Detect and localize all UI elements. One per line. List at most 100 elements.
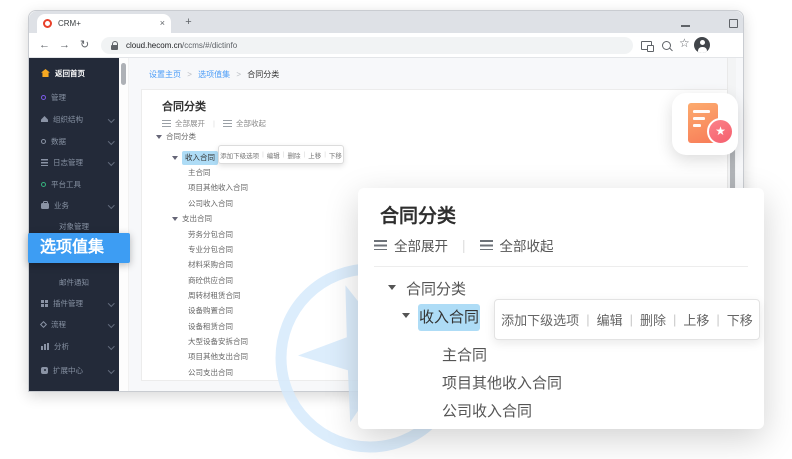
sidebar-item-mail-notification[interactable]: 邮件通知 xyxy=(29,276,119,288)
tab-close-icon[interactable]: × xyxy=(160,19,165,28)
sidebar-item-workflow[interactable]: 流程 xyxy=(29,318,119,330)
tree-node[interactable]: 设备租赁合同 xyxy=(142,321,233,333)
chevron-down-icon xyxy=(108,116,114,122)
selected-node-label[interactable]: 收入合同 xyxy=(182,151,218,165)
tree-toolbar: 全部展开 | 全部收起 xyxy=(162,118,266,129)
breadcrumb-home-link[interactable]: 设置主页 xyxy=(149,70,181,79)
caret-down-icon[interactable] xyxy=(172,156,178,160)
window-maximize-button[interactable] xyxy=(729,19,738,28)
tree-node[interactable]: 公司支出合同 xyxy=(142,367,233,379)
sidebar-item-admin[interactable]: 管理 xyxy=(29,91,119,103)
menu-separator: | xyxy=(673,312,676,327)
menu-move-up[interactable]: 上移 xyxy=(308,150,321,160)
menu-move-down[interactable]: 下移 xyxy=(329,150,342,160)
url-bar[interactable]: cloud.hecom.cn /ccms/#/dictinfo xyxy=(101,37,633,54)
sidebar-item-extension-center[interactable]: 扩展中心 xyxy=(29,364,119,376)
tree-node[interactable]: 项目其他收入合同 xyxy=(442,372,562,393)
sidebar-item-platform-tools[interactable]: 平台工具 xyxy=(29,178,119,190)
tree-node[interactable]: 主合同 xyxy=(442,344,487,365)
breadcrumb-separator: > xyxy=(187,70,192,79)
expand-all-button[interactable]: 全部展开 xyxy=(394,235,448,255)
sidebar-item-analysis[interactable]: 分析 xyxy=(29,340,119,352)
sidebar-item-object-management[interactable]: 对象管理 xyxy=(29,220,119,232)
menu-delete[interactable]: 删除 xyxy=(640,310,666,329)
window-minimize-button[interactable] xyxy=(681,25,690,27)
menu-edit[interactable]: 编辑 xyxy=(597,310,623,329)
new-tab-button[interactable]: + xyxy=(181,15,196,30)
tree-node[interactable]: 劳务分包合同 xyxy=(142,229,233,241)
send-to-devices-icon[interactable] xyxy=(641,41,652,50)
extension-icon xyxy=(41,367,48,374)
selected-node-income[interactable]: 收入合同 xyxy=(418,304,480,331)
menu-move-down[interactable]: 下移 xyxy=(727,310,753,329)
divider xyxy=(374,266,748,267)
menu-move-up[interactable]: 上移 xyxy=(683,310,709,329)
option-valueset-callout[interactable]: 选项值集 xyxy=(28,233,130,263)
browser-titlebar: CRM+ × + xyxy=(29,11,743,33)
collapse-all-button[interactable]: 全部收起 xyxy=(236,118,266,129)
menu-separator: | xyxy=(716,312,719,327)
chevron-down-icon xyxy=(108,321,114,327)
profile-avatar[interactable] xyxy=(694,37,710,53)
tree-node[interactable]: 大型设备安拆合同 xyxy=(142,336,248,348)
tree-node[interactable]: 项目其他支出合同 xyxy=(142,351,248,363)
lock-icon xyxy=(111,45,118,50)
tree-node-root[interactable]: 合同分类 xyxy=(142,131,196,143)
sidebar-item-log-management[interactable]: 日志管理 xyxy=(29,156,119,168)
home-icon xyxy=(41,69,50,77)
menu-separator: | xyxy=(262,151,264,158)
tree-node[interactable]: 周转材租赁合同 xyxy=(142,290,241,302)
tree-node[interactable]: 公司收入合同 xyxy=(142,198,233,210)
crm-favicon-icon xyxy=(43,19,52,28)
log-icon xyxy=(41,159,48,166)
refresh-icon[interactable]: ↻ xyxy=(80,37,89,53)
caret-down-icon[interactable] xyxy=(172,217,178,221)
briefcase-icon xyxy=(41,203,49,209)
sidebar-item-home[interactable]: 返回首页 xyxy=(29,67,119,79)
menu-separator: | xyxy=(630,312,633,327)
caret-down-icon[interactable] xyxy=(402,313,410,318)
tree-node[interactable]: 设备购置合同 xyxy=(142,305,233,317)
tree-node[interactable]: 专业分包合同 xyxy=(142,244,233,256)
sidebar-item-data[interactable]: 数据 xyxy=(29,135,119,147)
browser-tab[interactable]: CRM+ × xyxy=(37,14,171,33)
sidebar-item-plugin-management[interactable]: 插件管理 xyxy=(29,297,119,309)
app-sidebar: 返回首页 管理 组织结构 数据 日志管理 xyxy=(29,58,119,391)
tree-node-root[interactable]: 合同分类 xyxy=(406,278,466,299)
menu-separator: | xyxy=(586,312,589,327)
tree-node-expense[interactable]: 支出合同 xyxy=(142,213,212,225)
breadcrumb-current: 合同分类 xyxy=(247,70,279,79)
caret-down-icon[interactable] xyxy=(388,285,396,290)
sidebar-item-business[interactable]: 业务 xyxy=(29,199,119,211)
menu-edit[interactable]: 编辑 xyxy=(267,150,280,160)
tree-node[interactable]: 材料采购合同 xyxy=(142,259,233,271)
collapse-all-icon xyxy=(223,120,232,127)
menu-add-child[interactable]: 添加下级选项 xyxy=(220,150,259,160)
bookmark-star-icon[interactable]: ☆ xyxy=(679,36,690,50)
sidebar-scrollbar-thumb[interactable] xyxy=(121,63,126,85)
chart-icon xyxy=(41,343,49,350)
plugin-grid-icon xyxy=(41,300,48,307)
expand-all-button[interactable]: 全部展开 xyxy=(175,118,205,129)
sidebar-item-org-structure[interactable]: 组织结构 xyxy=(29,113,119,125)
chevron-down-icon xyxy=(108,367,114,373)
platform-tools-icon xyxy=(41,182,46,187)
collapse-all-button[interactable]: 全部收起 xyxy=(500,235,554,255)
sidebar-scrollbar[interactable] xyxy=(119,58,129,391)
tree-node-income-selected[interactable]: 收入合同 xyxy=(142,152,218,164)
tree-node[interactable]: 主合同 xyxy=(142,167,211,179)
tree-node[interactable]: 商砼供应合同 xyxy=(142,275,233,287)
tree-node[interactable]: 公司收入合同 xyxy=(442,400,532,421)
menu-delete[interactable]: 删除 xyxy=(288,150,301,160)
tree-node[interactable]: 项目其他收入合同 xyxy=(142,182,248,194)
chevron-down-icon xyxy=(108,202,114,208)
forward-icon[interactable]: → xyxy=(59,37,70,53)
magnified-tree-toolbar: 全部展开 | 全部收起 xyxy=(374,235,554,255)
breadcrumb-section-link[interactable]: 选项值集 xyxy=(198,70,230,79)
back-icon[interactable]: ← xyxy=(39,37,50,53)
zoom-icon[interactable] xyxy=(662,41,671,50)
expand-all-icon xyxy=(374,240,387,250)
page: CRM+ × + ← → ↻ cloud.hecom.cn /ccms/#/di… xyxy=(0,0,792,459)
caret-down-icon[interactable] xyxy=(156,135,162,139)
menu-add-child[interactable]: 添加下级选项 xyxy=(501,310,579,329)
